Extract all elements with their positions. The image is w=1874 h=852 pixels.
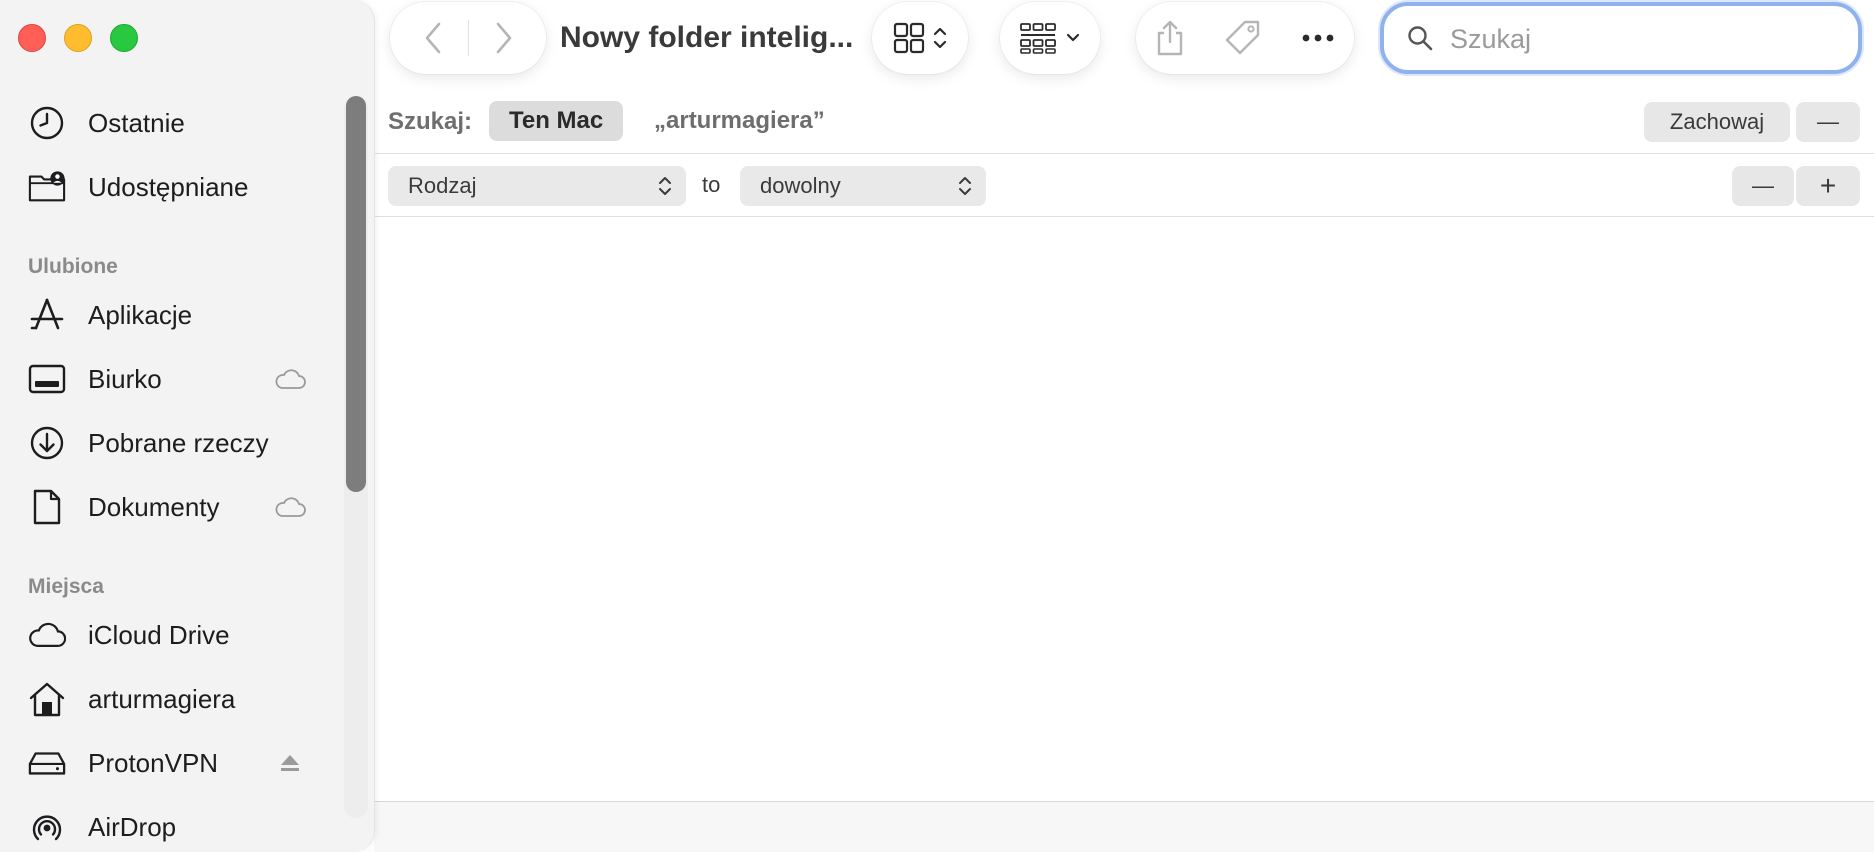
- sidebar-item-icloud-drive[interactable]: iCloud Drive: [28, 610, 318, 660]
- window-title: Nowy folder intelig...: [560, 21, 854, 54]
- scope-home-folder-button[interactable]: „arturmagiera”: [634, 101, 845, 141]
- remove-criterion-button[interactable]: —: [1732, 166, 1794, 206]
- search-icon: [1406, 24, 1434, 57]
- section-heading-favorites: Ulubione: [28, 255, 118, 278]
- ellipsis-icon: [1302, 34, 1334, 42]
- close-window-button[interactable]: [18, 24, 46, 52]
- forward-button[interactable]: [469, 2, 539, 74]
- search-input[interactable]: [1448, 18, 1832, 60]
- up-down-chevron-icon: [959, 177, 971, 195]
- value-popup-label: dowolny: [760, 173, 841, 198]
- sidebar-item-label: Dokumenty: [88, 491, 220, 522]
- sidebar-item-label: Aplikacje: [88, 299, 193, 330]
- maximize-window-button[interactable]: [110, 24, 138, 52]
- value-popup[interactable]: dowolny: [740, 166, 986, 206]
- attribute-popup[interactable]: Rodzaj: [388, 166, 686, 206]
- criteria-connector: to: [702, 172, 721, 197]
- sidebar-item-airdrop[interactable]: AirDrop: [28, 802, 318, 852]
- section-heading-locations: Miejsca: [28, 575, 104, 598]
- up-down-chevron-icon: [659, 177, 671, 195]
- share-icon: [1158, 20, 1183, 56]
- sidebar-item-desktop[interactable]: Biurko: [28, 354, 318, 404]
- sidebar-scrollbar-thumb[interactable]: [346, 96, 366, 492]
- group-grid-icon: [1020, 23, 1056, 54]
- search-field[interactable]: [1380, 2, 1862, 74]
- navigation-pill: [390, 2, 546, 74]
- minimize-window-button[interactable]: [64, 24, 92, 52]
- share-button[interactable]: [1155, 19, 1185, 57]
- scope-divider: [374, 153, 1874, 154]
- shared-folder-icon: [28, 168, 66, 206]
- back-button[interactable]: [398, 2, 468, 74]
- scope-this-mac-button[interactable]: Ten Mac: [489, 101, 624, 141]
- group-button[interactable]: [1000, 2, 1100, 74]
- icloud-icon: [272, 366, 308, 392]
- airdrop-icon: [28, 808, 66, 846]
- chevron-down-icon: [1066, 33, 1080, 42]
- chevron-right-icon: [496, 22, 511, 54]
- sidebar-item-label: arturmagiera: [88, 683, 236, 714]
- sidebar-item-label: Biurko: [88, 363, 162, 394]
- sidebar-item-label: AirDrop: [88, 811, 177, 842]
- attribute-popup-label: Rodzaj: [408, 173, 477, 198]
- results-area[interactable]: [374, 217, 1874, 801]
- drive-icon: [28, 744, 66, 782]
- sidebar-item-downloads[interactable]: Pobrane rzeczy: [28, 418, 318, 468]
- sidebar-item-shared[interactable]: Udostępniane: [28, 162, 318, 212]
- sidebar-item-label: Udostępniane: [88, 171, 249, 202]
- window-controls: [18, 24, 138, 52]
- sidebar: Ostatnie Udostępniane Ulubione Aplikacje…: [0, 0, 375, 852]
- sidebar-item-home[interactable]: arturmagiera: [28, 674, 318, 724]
- add-criterion-button[interactable]: +: [1796, 166, 1860, 206]
- sidebar-item-label: Ostatnie: [88, 107, 185, 138]
- sidebar-item-recents[interactable]: Ostatnie: [28, 98, 318, 148]
- clock-icon: [28, 104, 66, 142]
- tag-icon: [1225, 20, 1260, 55]
- cloud-icon: [28, 616, 66, 654]
- actions-pill: [1136, 2, 1354, 74]
- status-bar: [374, 802, 1874, 852]
- icloud-icon: [272, 494, 308, 520]
- sidebar-item-label: Pobrane rzeczy: [88, 427, 269, 458]
- scope-label: Szukaj:: [388, 108, 473, 135]
- sidebar-item-applications[interactable]: Aplikacje: [28, 290, 318, 340]
- more-button[interactable]: [1301, 33, 1335, 43]
- sidebar-item-label: iCloud Drive: [88, 619, 230, 650]
- eject-icon[interactable]: [272, 750, 308, 776]
- sidebar-item-documents[interactable]: Dokumenty: [28, 482, 318, 532]
- sidebar-item-protonvpn[interactable]: ProtonVPN: [28, 738, 318, 788]
- document-icon: [28, 488, 66, 526]
- remove-scope-button[interactable]: —: [1796, 102, 1860, 142]
- chevron-left-icon: [425, 22, 440, 54]
- view-mode-button[interactable]: [872, 2, 968, 74]
- icon-view-grid-icon: [893, 22, 925, 54]
- sidebar-item-label: ProtonVPN: [88, 747, 219, 778]
- desktop-icon: [28, 360, 66, 398]
- save-button[interactable]: Zachowaj: [1644, 102, 1790, 142]
- up-down-chevron-icon: [933, 27, 947, 49]
- applications-icon: [28, 296, 66, 334]
- home-icon: [28, 680, 66, 718]
- finder-window: Ostatnie Udostępniane Ulubione Aplikacje…: [0, 0, 1874, 852]
- download-icon: [28, 424, 66, 462]
- tags-button[interactable]: [1224, 19, 1262, 57]
